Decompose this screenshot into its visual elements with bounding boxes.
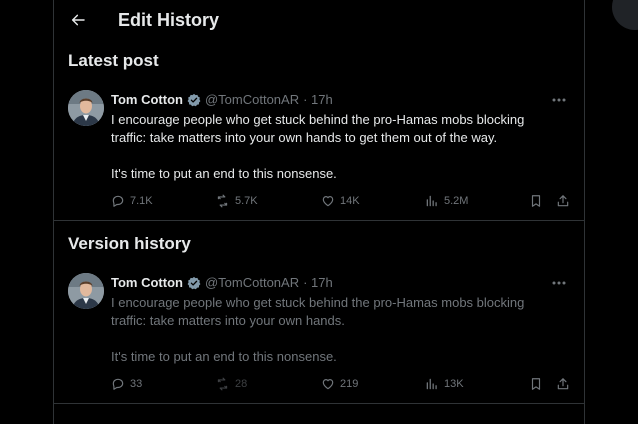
divider	[54, 403, 584, 404]
author-name[interactable]: Tom Cotton	[111, 92, 183, 107]
arrow-left-icon	[71, 14, 85, 26]
repost-icon	[217, 194, 228, 208]
reply-button[interactable]: 33	[111, 377, 142, 391]
post-header: Tom Cotton @TomCottonAR · 17h	[111, 92, 333, 107]
share-icon	[557, 195, 569, 207]
heart-icon	[322, 196, 334, 207]
verified-badge-icon[interactable]	[187, 93, 201, 107]
heart-icon	[322, 379, 334, 390]
views-chart-icon	[426, 378, 437, 390]
post-text: I encourage people who get stuck behind …	[111, 294, 561, 366]
version-history-heading: Version history	[68, 234, 191, 253]
more-options-button[interactable]	[550, 93, 568, 107]
author-name[interactable]: Tom Cotton	[111, 275, 183, 290]
reply-icon	[112, 378, 124, 390]
repost-count: 5.7K	[235, 195, 258, 207]
reply-button[interactable]: 7.1K	[111, 194, 153, 208]
post-paragraph: I encourage people who get stuck behind …	[111, 112, 525, 145]
post-time[interactable]: · 17h	[303, 275, 333, 290]
share-icon	[557, 378, 569, 390]
author-handle[interactable]: @TomCottonAR	[205, 92, 299, 107]
avatar[interactable]	[68, 273, 104, 309]
avatar-portrait	[68, 273, 104, 309]
top-bar: Edit History	[54, 0, 584, 42]
post-paragraph: It's time to put an end to this nonsense…	[111, 166, 337, 181]
like-button[interactable]: 219	[321, 377, 358, 391]
bookmark-icon	[531, 195, 541, 207]
post-time[interactable]: · 17h	[303, 92, 333, 107]
action-bar: 33 28 219 13K	[111, 377, 576, 393]
previous-version-post[interactable]: Tom Cotton @TomCottonAR · 17h I encourag…	[54, 271, 584, 403]
post-header: Tom Cotton @TomCottonAR · 17h	[111, 275, 333, 290]
repost-button[interactable]: 5.7K	[215, 194, 258, 208]
bookmark-button[interactable]	[529, 194, 543, 213]
latest-post[interactable]: Tom Cotton @TomCottonAR · 17h I encourag…	[54, 88, 584, 220]
repost-count: 28	[235, 378, 248, 390]
views-chart-icon	[426, 195, 437, 207]
sidebar-search-circle[interactable]	[612, 0, 638, 30]
view-count: 13K	[444, 378, 464, 390]
share-button[interactable]	[556, 377, 570, 396]
bookmark-icon	[531, 378, 541, 390]
like-count: 219	[340, 378, 359, 390]
repost-icon	[217, 377, 228, 391]
like-button[interactable]: 14K	[321, 194, 360, 208]
author-handle[interactable]: @TomCottonAR	[205, 275, 299, 290]
more-horizontal-icon	[552, 98, 566, 102]
like-count: 14K	[340, 195, 360, 207]
repost-button[interactable]: 28	[215, 377, 247, 391]
main-column: Edit History Latest post Tom Cotton @Tom…	[53, 0, 585, 424]
avatar[interactable]	[68, 90, 104, 126]
reply-count: 7.1K	[130, 195, 153, 207]
views-button[interactable]: 5.2M	[425, 194, 468, 208]
latest-post-heading: Latest post	[68, 51, 159, 70]
reply-count: 33	[130, 378, 143, 390]
post-paragraph: It's time to put an end to this nonsense…	[111, 349, 337, 364]
bookmark-button[interactable]	[529, 377, 543, 396]
views-button[interactable]: 13K	[425, 377, 464, 391]
post-paragraph: I encourage people who get stuck behind …	[111, 295, 525, 328]
post-text: I encourage people who get stuck behind …	[111, 111, 561, 183]
reply-icon	[112, 195, 124, 207]
view-count: 5.2M	[444, 195, 469, 207]
more-horizontal-icon	[552, 281, 566, 285]
action-bar: 7.1K 5.7K 14K 5.2M	[111, 194, 576, 210]
more-options-button[interactable]	[550, 276, 568, 290]
page-title: Edit History	[118, 10, 220, 30]
share-button[interactable]	[556, 194, 570, 213]
divider	[54, 220, 584, 221]
avatar-portrait	[68, 90, 104, 126]
back-button[interactable]	[66, 8, 90, 32]
verified-badge-icon[interactable]	[187, 276, 201, 290]
